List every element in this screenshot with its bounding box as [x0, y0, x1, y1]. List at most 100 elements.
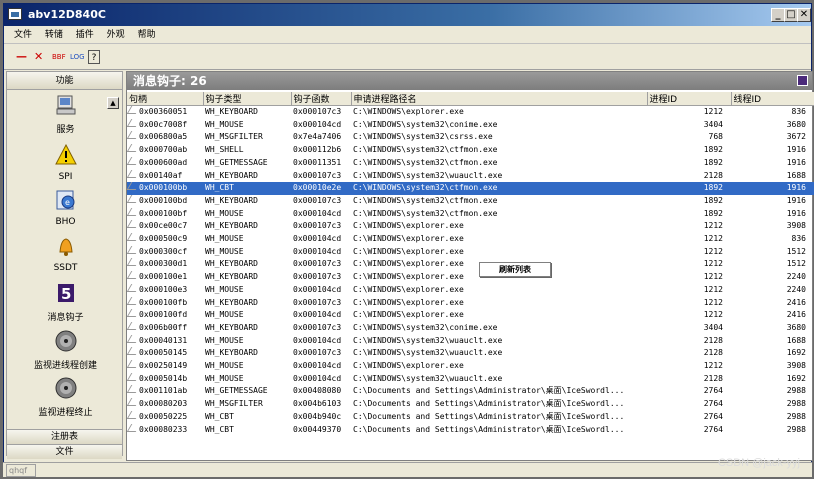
- sidebar-item-services[interactable]: 服务: [7, 94, 124, 135]
- minimize-button[interactable]: _: [771, 8, 785, 22]
- cell-text: 2128: [703, 170, 723, 180]
- log-icon[interactable]: LOG: [70, 50, 85, 64]
- menu-dump[interactable]: 转储: [45, 26, 63, 44]
- menu-appearance[interactable]: 外观: [107, 26, 125, 44]
- cell-hook-type: WH_MOUSE: [203, 119, 291, 132]
- computer-icon: [56, 95, 75, 115]
- cell-text: 0x000600ad: [139, 157, 188, 167]
- cell-hook-type: WH_MOUSE: [203, 284, 291, 297]
- close-button[interactable]: ✕: [797, 8, 811, 22]
- sidebar-header[interactable]: 功能: [7, 72, 122, 90]
- cell-text: 1892: [703, 145, 723, 155]
- cell-text: 0x00080233: [139, 424, 188, 434]
- table-row[interactable]: 0x000100fd WH_MOUSE 0x000104cd C:\WINDOWS\e…: [127, 309, 814, 322]
- cell-text: WH_KEYBOARD: [205, 221, 258, 231]
- table-row[interactable]: 0x00ce00c7 WH_KEYBOARD 0x000107c3 C:\WINDOW…: [127, 220, 814, 233]
- sidebar-tab-files[interactable]: 文件: [7, 444, 122, 459]
- cell-text: WH_KEYBOARD: [205, 272, 258, 282]
- table-row[interactable]: 0x000100e1 WH_KEYBOARD 0x000107c3 C:\WINDOW…: [127, 271, 814, 284]
- title-bar[interactable]: abv12D840C _ □ ✕: [4, 4, 811, 26]
- table-row[interactable]: 0x00040131 WH_MOUSE 0x000104cd C:\WINDOWS\s…: [127, 334, 814, 348]
- menu-help[interactable]: 帮助: [138, 26, 156, 44]
- table-row[interactable]: 0x000100bd WH_KEYBOARD 0x000107c3 C:\WINDOW…: [127, 194, 814, 208]
- menu-file[interactable]: 文件: [14, 26, 32, 44]
- table-row[interactable]: 0x006b00ff WH_KEYBOARD 0x000107c3 C:\WINDOW…: [127, 321, 814, 335]
- cell-text: 0x000100e3: [139, 284, 188, 294]
- table-row[interactable]: 0x000700ab WH_SHELL 0x000112b6 C:\WINDOWS\s…: [127, 144, 814, 157]
- column-process-id[interactable]: 进程ID: [647, 92, 732, 106]
- cell-process-path: C:\WINDOWS\system32\ctfmon.exe: [351, 195, 647, 208]
- cell-thread-id: 836: [731, 106, 814, 119]
- cell-process-id: 1892: [647, 195, 731, 208]
- cell-text: 0x000100bd: [139, 195, 188, 205]
- table-row[interactable]: 0x000100bf WH_MOUSE 0x000104cd C:\WINDOWS\s…: [127, 207, 814, 221]
- cell-text: 0x000107c3: [293, 221, 342, 231]
- cell-text: 0x000104cd: [293, 246, 342, 256]
- cell-text: C:\WINDOWS\explorer.exe: [353, 272, 464, 282]
- cell-text: C:\Documents and Settings\Administrator\…: [353, 411, 625, 421]
- table-row[interactable]: 0x00080203 WH_MSGFILTER 0x004b6103 C:\Docum…: [127, 398, 814, 411]
- cell-thread-id: 1512: [731, 258, 814, 271]
- table-row[interactable]: 0x00250149 WH_MOUSE 0x000104cd C:\WINDOWS\e…: [127, 360, 814, 373]
- menu-plugins[interactable]: 插件: [76, 26, 94, 44]
- column-thread-id[interactable]: 线程ID: [731, 92, 814, 106]
- column-hook-function[interactable]: 钩子函数: [291, 92, 352, 106]
- cell-text: 0x7e4a7406: [293, 132, 342, 142]
- column-process-path[interactable]: 申请进程路径名: [351, 92, 648, 106]
- cell-text: WH_KEYBOARD: [205, 107, 258, 116]
- sidebar-item-message-hooks[interactable]: 5 消息钩子: [7, 282, 124, 323]
- cell-process-id: 2764: [647, 411, 731, 424]
- cell-text: 1212: [703, 246, 723, 256]
- sidebar-item-bho[interactable]: e BHO: [7, 189, 124, 227]
- table-row[interactable]: 0x0005014b WH_MOUSE 0x000104cd C:\WINDOWS\s…: [127, 372, 814, 386]
- context-menu-refresh[interactable]: 刷新列表: [499, 265, 531, 274]
- table-row[interactable]: 0x00050145 WH_KEYBOARD 0x000107c3 C:\WINDOW…: [127, 347, 814, 360]
- cell-hook-function: 0x000104cd: [291, 360, 351, 373]
- table-row[interactable]: 0x00c7008f WH_MOUSE 0x000104cd C:\WINDOWS\s…: [127, 118, 814, 132]
- table-row[interactable]: 0x000100bb WH_CBT 0x00010e2e C:\WINDOWS\sys…: [127, 182, 814, 195]
- table-row[interactable]: 0x000300d1 WH_KEYBOARD 0x000107c3 C:\WINDOW…: [127, 258, 814, 271]
- bbf-icon[interactable]: BBF: [52, 50, 66, 64]
- cell-text: 0x000107c3: [293, 297, 342, 307]
- cell-process-path: C:\Documents and Settings\Administrator\…: [351, 411, 647, 424]
- sidebar-tab-registry[interactable]: 注册表: [7, 429, 122, 444]
- table-row[interactable]: 0x00140af WH_KEYBOARD 0x000107c3 C:\WINDOWS…: [127, 169, 814, 183]
- table-row[interactable]: 0x00050225 WH_CBT 0x004b940c C:\Documents a…: [127, 410, 814, 424]
- sidebar-item-monitor-terminate[interactable]: 监视进程终止: [7, 377, 124, 418]
- table-body: 0x00360051 WH_KEYBOARD 0x000107c3 C:\WINDOW…: [127, 106, 814, 437]
- cell-text: WH_KEYBOARD: [205, 297, 258, 307]
- menu-bar: 文件 转储 插件 外观 帮助: [4, 26, 811, 44]
- maximize-button[interactable]: □: [784, 8, 798, 22]
- table-row[interactable]: 0x000300cf WH_MOUSE 0x000104cd C:\WINDOWS\e…: [127, 245, 814, 259]
- table-row[interactable]: 0x001101ab WH_GETMESSAGE 0x00408080 C:\Docu…: [127, 385, 814, 398]
- minus-icon[interactable]: —: [16, 50, 27, 64]
- sidebar-item-label: SSDT: [53, 263, 78, 273]
- cell-text: 0x006b00ff: [139, 322, 188, 332]
- table-row[interactable]: 0x000100e3 WH_MOUSE 0x000104cd C:\WINDOWS\e…: [127, 283, 814, 297]
- column-handle[interactable]: 句柄: [127, 92, 204, 106]
- cell-process-id: 1212: [647, 271, 731, 284]
- panel-icon[interactable]: [797, 75, 808, 86]
- cell-text: 0x00010e2e: [293, 183, 342, 193]
- cell-hook-type: WH_KEYBOARD: [203, 347, 291, 360]
- cell-text: WH_MSGFILTER: [205, 132, 263, 142]
- sidebar-item-spi[interactable]: SPI: [7, 143, 124, 182]
- sidebar-item-monitor-create[interactable]: 监视进线程创建: [7, 330, 124, 371]
- cell-thread-id: 1916: [731, 195, 814, 208]
- table-row[interactable]: 0x00080233 WH_CBT 0x00449370 C:\Documents a…: [127, 423, 814, 437]
- cell-text: 2764: [703, 411, 723, 421]
- table-row[interactable]: 0x006800a5 WH_MSGFILTER 0x7e4a7406 C:\WINDO…: [127, 131, 814, 144]
- table-row[interactable]: 0x000600ad WH_GETMESSAGE 0x00011351 C:\WIND…: [127, 156, 814, 170]
- context-menu: 刷新列表: [479, 262, 551, 277]
- delete-icon[interactable]: ✕: [34, 50, 43, 64]
- column-hook-type[interactable]: 钩子类型: [203, 92, 292, 106]
- cell-text: 0x00360051: [139, 107, 188, 116]
- table-row[interactable]: 0x00360051 WH_KEYBOARD 0x000107c3 C:\WINDOW…: [127, 106, 814, 119]
- sidebar-item-ssdt[interactable]: SSDT: [7, 235, 124, 273]
- cell-thread-id: 3908: [731, 220, 814, 233]
- help-icon[interactable]: ?: [88, 50, 100, 64]
- table-row[interactable]: 0x000500c9 WH_MOUSE 0x000104cd C:\WINDOWS\e…: [127, 233, 814, 246]
- cell-hook-type: WH_CBT: [203, 424, 291, 437]
- cell-hook-function: 0x00010e2e: [291, 182, 351, 195]
- table-row[interactable]: 0x000100fb WH_KEYBOARD 0x000107c3 C:\WINDOW…: [127, 296, 814, 310]
